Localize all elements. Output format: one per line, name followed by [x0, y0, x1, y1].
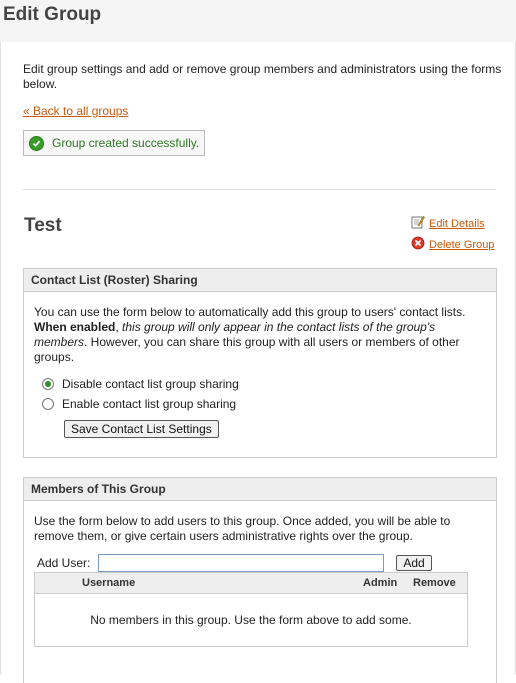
column-admin: Admin: [363, 577, 398, 589]
add-user-row: Add User: Add: [37, 554, 486, 572]
members-table-header: Username Admin Remove: [35, 573, 467, 594]
disable-sharing-label[interactable]: Disable contact list group sharing: [62, 377, 239, 392]
members-empty-message: No members in this group. Use the form a…: [90, 613, 412, 627]
sharing-option-disable[interactable]: Disable contact list group sharing: [42, 374, 486, 394]
sharing-panel-body: You can use the form below to automatica…: [24, 292, 496, 438]
members-table: Username Admin Remove No members in this…: [34, 572, 468, 647]
members-panel: Members of This Group Use the form below…: [23, 477, 497, 683]
edit-details-label[interactable]: Edit Details: [429, 218, 485, 230]
members-panel-title: Members of This Group: [24, 478, 496, 501]
intro-text: Edit group settings and add or remove gr…: [23, 62, 502, 91]
sharing-panel: Contact List (Roster) Sharing You can us…: [23, 268, 497, 458]
save-contact-list-settings-button[interactable]: Save Contact List Settings: [64, 420, 219, 438]
sharing-option-enable[interactable]: Enable contact list group sharing: [42, 394, 486, 414]
radio-selected-dot: [45, 381, 51, 387]
delete-group-label[interactable]: Delete Group: [429, 239, 494, 251]
enable-sharing-radio[interactable]: [42, 398, 54, 410]
edit-details-button[interactable]: Edit Details: [411, 215, 485, 232]
edit-icon: [411, 215, 425, 232]
delete-group-button[interactable]: Delete Group: [411, 236, 494, 253]
add-user-button[interactable]: Add: [396, 555, 432, 571]
divider: [23, 189, 496, 190]
main-content: Edit group settings and add or remove gr…: [0, 42, 516, 683]
enable-sharing-label[interactable]: Enable contact list group sharing: [62, 397, 236, 412]
members-panel-body: Use the form below to add users to this …: [24, 501, 496, 572]
delete-icon: [411, 236, 425, 253]
success-text: Group created successfully.: [52, 136, 200, 150]
group-name: Test: [24, 215, 62, 236]
sharing-panel-title: Contact List (Roster) Sharing: [24, 269, 496, 292]
sharing-description: You can use the form below to automatica…: [34, 305, 466, 364]
members-description: Use the form below to add users to this …: [34, 514, 451, 543]
success-message: Group created successfully.: [23, 130, 205, 156]
page-header: Edit Group: [0, 0, 516, 43]
add-user-input[interactable]: [98, 554, 385, 572]
disable-sharing-radio[interactable]: [42, 378, 54, 390]
column-remove: Remove: [413, 577, 456, 589]
add-user-label: Add User:: [37, 555, 91, 570]
page-title: Edit Group: [3, 4, 102, 25]
checkmark-icon: [29, 135, 44, 151]
column-username: Username: [82, 577, 136, 589]
back-to-groups-link[interactable]: « Back to all groups: [23, 104, 128, 118]
